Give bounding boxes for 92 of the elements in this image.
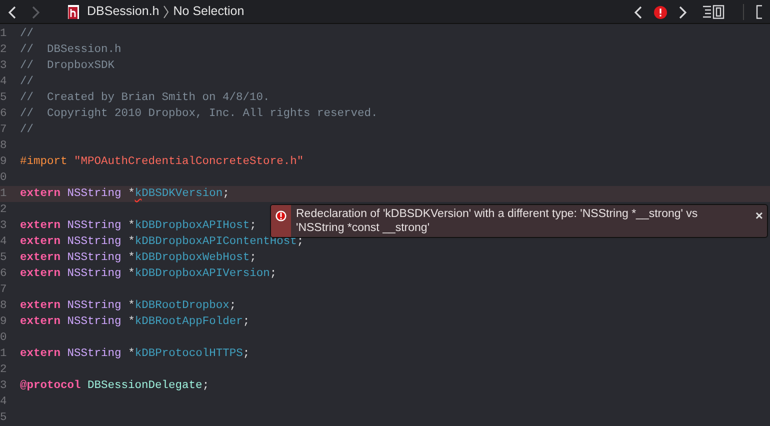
code-token: // bbox=[20, 76, 34, 88]
code-token: * bbox=[128, 220, 135, 232]
code-token: * bbox=[128, 188, 135, 200]
code-token: #import bbox=[20, 156, 68, 168]
line-number: 6 bbox=[0, 107, 8, 122]
code-token: NSString bbox=[67, 252, 122, 264]
line-number: 4 bbox=[0, 395, 8, 410]
code-token: ; bbox=[242, 348, 250, 360]
code-token: ; bbox=[222, 188, 230, 200]
code-token: * bbox=[128, 268, 135, 280]
error-icon bbox=[275, 210, 287, 222]
line-number: 9 bbox=[0, 155, 8, 170]
line-number: 0 bbox=[0, 331, 8, 346]
line-number: 5 bbox=[0, 91, 8, 106]
code-token: ; bbox=[242, 316, 250, 328]
code-token: ; bbox=[250, 220, 256, 232]
line-number: 5 bbox=[0, 251, 8, 266]
code-token: kDBDropboxWebHost bbox=[134, 252, 250, 264]
line-number: 1 bbox=[0, 187, 8, 202]
error-icon bbox=[654, 6, 667, 19]
code-token: kDBRootAppFolder bbox=[134, 316, 243, 328]
lines-panel-icon bbox=[703, 4, 725, 19]
code-token: extern bbox=[20, 348, 61, 360]
code-token: * bbox=[128, 300, 135, 312]
breadcrumb-chevron-icon bbox=[163, 5, 170, 20]
chevron-left-icon bbox=[634, 6, 642, 19]
line-number: 5 bbox=[0, 411, 8, 426]
line-number: 2 bbox=[0, 203, 8, 218]
code-token: * bbox=[128, 316, 135, 328]
line-number: 3 bbox=[0, 59, 8, 74]
code-token: NSString bbox=[67, 220, 122, 232]
line-number: 1 bbox=[0, 27, 8, 42]
code-token: kDBDropboxAPIVersion bbox=[134, 268, 270, 280]
code-token: extern bbox=[20, 188, 61, 200]
header-file-icon bbox=[68, 5, 79, 20]
code-token: * bbox=[128, 236, 135, 248]
line-number: 2 bbox=[0, 363, 8, 378]
code-token: extern bbox=[20, 316, 61, 328]
close-button[interactable]: × bbox=[755, 209, 763, 222]
code-token: NSString bbox=[67, 300, 122, 312]
error-message: Redeclaration of 'kDBSDKVersion' with a different type: 'NSString *__strong' vs 'NSString *const __strong' bbox=[296, 207, 699, 236]
code-token: extern bbox=[20, 236, 61, 248]
code-token: extern bbox=[20, 300, 61, 312]
code-token: // Created by Brian Smith on 4/8/10. bbox=[20, 92, 270, 104]
chevron-right-icon bbox=[679, 6, 687, 19]
code-token: kDBDropboxAPIContentHost bbox=[134, 236, 297, 248]
code-token: "MPOAuthCredentialConcreteStore.h" bbox=[74, 156, 304, 168]
line-number: 1 bbox=[0, 347, 8, 362]
code-token: NSString bbox=[67, 348, 122, 360]
line-number: 0 bbox=[0, 171, 8, 186]
code-token: ; bbox=[270, 268, 277, 280]
chevron-left-icon bbox=[8, 6, 16, 19]
code-token: extern bbox=[20, 220, 61, 232]
breadcrumb-item[interactable]: No Selection bbox=[173, 2, 244, 21]
code-token: extern bbox=[20, 268, 61, 280]
error-squiggle: k bbox=[134, 188, 142, 200]
code-token: NSString bbox=[67, 236, 122, 248]
breadcrumb-item[interactable]: DBSession.h bbox=[87, 2, 160, 21]
code-token: // bbox=[20, 124, 34, 136]
chevron-right-icon bbox=[32, 6, 40, 19]
panel-icon bbox=[756, 4, 762, 19]
code-token: * bbox=[128, 348, 135, 360]
line-number: 8 bbox=[0, 299, 8, 314]
code-token: ; bbox=[229, 300, 236, 312]
code-token: // DropboxSDK bbox=[20, 60, 115, 72]
code-token: kDBDropboxAPIHost bbox=[134, 220, 250, 232]
code-token: ; bbox=[250, 252, 256, 264]
code-token: @protocol bbox=[20, 380, 81, 392]
line-number: 9 bbox=[0, 315, 8, 330]
code-token: extern bbox=[20, 252, 61, 264]
line-number: 6 bbox=[0, 267, 8, 282]
line-number: 3 bbox=[0, 379, 8, 394]
line-number: 7 bbox=[0, 123, 8, 138]
code-token: // bbox=[20, 28, 34, 40]
code-token: DBSDKVersion bbox=[142, 188, 223, 200]
code-token: NSString bbox=[67, 316, 122, 328]
line-number: 4 bbox=[0, 75, 8, 90]
code-token: // DBSession.h bbox=[20, 44, 122, 56]
code-token: // Copyright 2010 Dropbox, Inc. All rights reserved. bbox=[20, 108, 378, 120]
code-token: NSString bbox=[67, 268, 122, 280]
code-token: NSString bbox=[67, 188, 122, 200]
code-token: * bbox=[128, 252, 135, 264]
code-token: ; bbox=[296, 236, 304, 248]
line-number: 8 bbox=[0, 139, 8, 154]
code-token: ; bbox=[202, 380, 210, 392]
code-token: kDBProtocolHTTPS bbox=[134, 348, 243, 360]
code-token: DBSessionDelegate bbox=[88, 380, 202, 392]
line-number: 7 bbox=[0, 283, 8, 298]
line-number: 4 bbox=[0, 235, 8, 250]
line-number: 3 bbox=[0, 219, 8, 234]
line-number: 2 bbox=[0, 43, 8, 58]
code-token: kDBRootDropbox bbox=[134, 300, 230, 312]
